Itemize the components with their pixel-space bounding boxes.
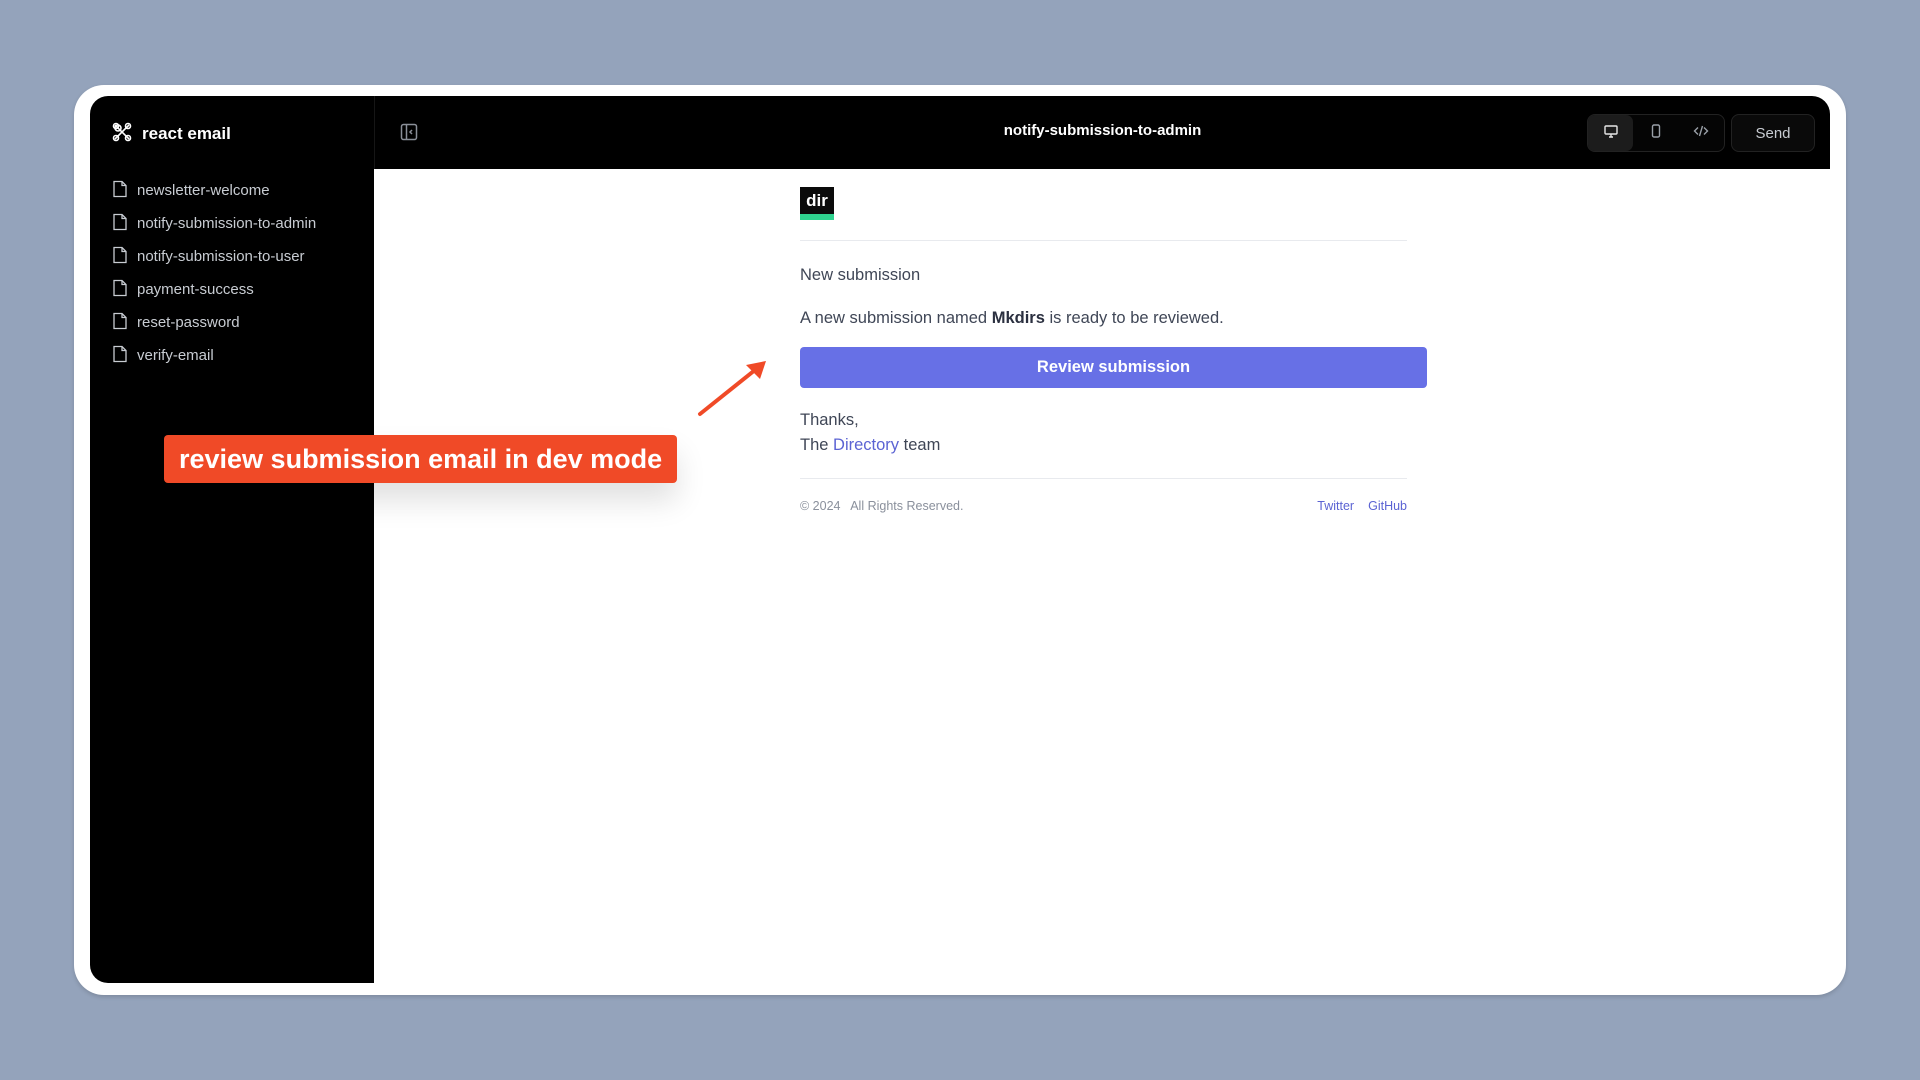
sidebar-item-reset-password[interactable]: reset-password <box>112 306 316 339</box>
app-name: react email <box>142 124 231 143</box>
file-icon <box>112 180 128 202</box>
sidebar-item-notify-submission-to-admin[interactable]: notify-submission-to-admin <box>112 207 316 240</box>
github-link[interactable]: GitHub <box>1368 499 1407 513</box>
code-icon <box>1693 123 1709 144</box>
annotation-callout: review submission email in dev mode <box>164 435 678 483</box>
view-mode-toggle <box>1587 114 1725 152</box>
code-view-button[interactable] <box>1679 115 1724 151</box>
footer-divider <box>800 478 1407 479</box>
sidebar: react email newsletter-welcome notify-su… <box>90 96 374 983</box>
sidebar-item-payment-success[interactable]: payment-success <box>112 273 316 306</box>
file-icon <box>112 345 128 367</box>
send-button[interactable]: Send <box>1731 114 1815 152</box>
directory-logo: dir <box>800 187 834 220</box>
sidebar-item-label: reset-password <box>137 314 240 331</box>
email-signoff: Thanks, The Directory team <box>800 408 1428 458</box>
sidebar-item-label: verify-email <box>137 347 214 364</box>
logo-text: dir <box>806 191 828 210</box>
sidebar-item-verify-email[interactable]: verify-email <box>112 339 316 372</box>
sidebar-item-label: notify-submission-to-admin <box>137 215 317 232</box>
copyright: © 2024 All Rights Reserved. <box>800 499 964 513</box>
team-line: The Directory team <box>800 433 1428 458</box>
desktop-icon <box>1603 123 1619 144</box>
app-logo[interactable]: react email <box>112 122 231 146</box>
sidebar-item-label: payment-success <box>137 281 254 298</box>
file-icon <box>112 246 128 268</box>
topbar: notify-submission-to-admin Send <box>374 96 1830 169</box>
email-body: dir New submission A new submission name… <box>800 187 1428 513</box>
file-icon <box>112 312 128 334</box>
sidebar-item-label: newsletter-welcome <box>137 182 270 199</box>
react-email-logo-icon <box>112 122 132 147</box>
signoff-suffix: team <box>903 436 941 454</box>
footer-links: Twitter GitHub <box>1317 499 1407 513</box>
file-icon <box>112 213 128 235</box>
annotation-arrow-icon <box>698 361 766 416</box>
thanks-line: Thanks, <box>800 411 859 429</box>
message-prefix: A new submission named <box>800 309 988 327</box>
mobile-icon <box>1648 123 1664 144</box>
email-footer: © 2024 All Rights Reserved. Twitter GitH… <box>800 499 1407 513</box>
review-submission-button[interactable]: Review submission <box>800 347 1427 388</box>
sidebar-item-notify-submission-to-user[interactable]: notify-submission-to-user <box>112 240 316 273</box>
logo-accent-bar <box>800 214 834 220</box>
file-icon <box>112 279 128 301</box>
message-suffix: is ready to be reviewed. <box>1049 309 1224 327</box>
mobile-view-button[interactable] <box>1633 115 1678 151</box>
directory-link[interactable]: Directory <box>833 436 899 454</box>
sidebar-item-newsletter-welcome[interactable]: newsletter-welcome <box>112 174 316 207</box>
email-preview: dir New submission A new submission name… <box>374 169 1830 983</box>
twitter-link[interactable]: Twitter <box>1317 499 1354 513</box>
divider <box>800 240 1407 241</box>
desktop-view-button[interactable] <box>1588 115 1634 151</box>
sidebar-item-label: notify-submission-to-user <box>137 248 305 265</box>
app-window: react email newsletter-welcome notify-su… <box>90 96 1830 983</box>
email-message: A new submission named Mkdirs is ready t… <box>800 309 1428 328</box>
signoff-prefix: The <box>800 436 829 454</box>
template-list: newsletter-welcome notify-submission-to-… <box>112 174 316 372</box>
submission-name: Mkdirs <box>991 309 1045 327</box>
email-heading: New submission <box>800 266 921 284</box>
